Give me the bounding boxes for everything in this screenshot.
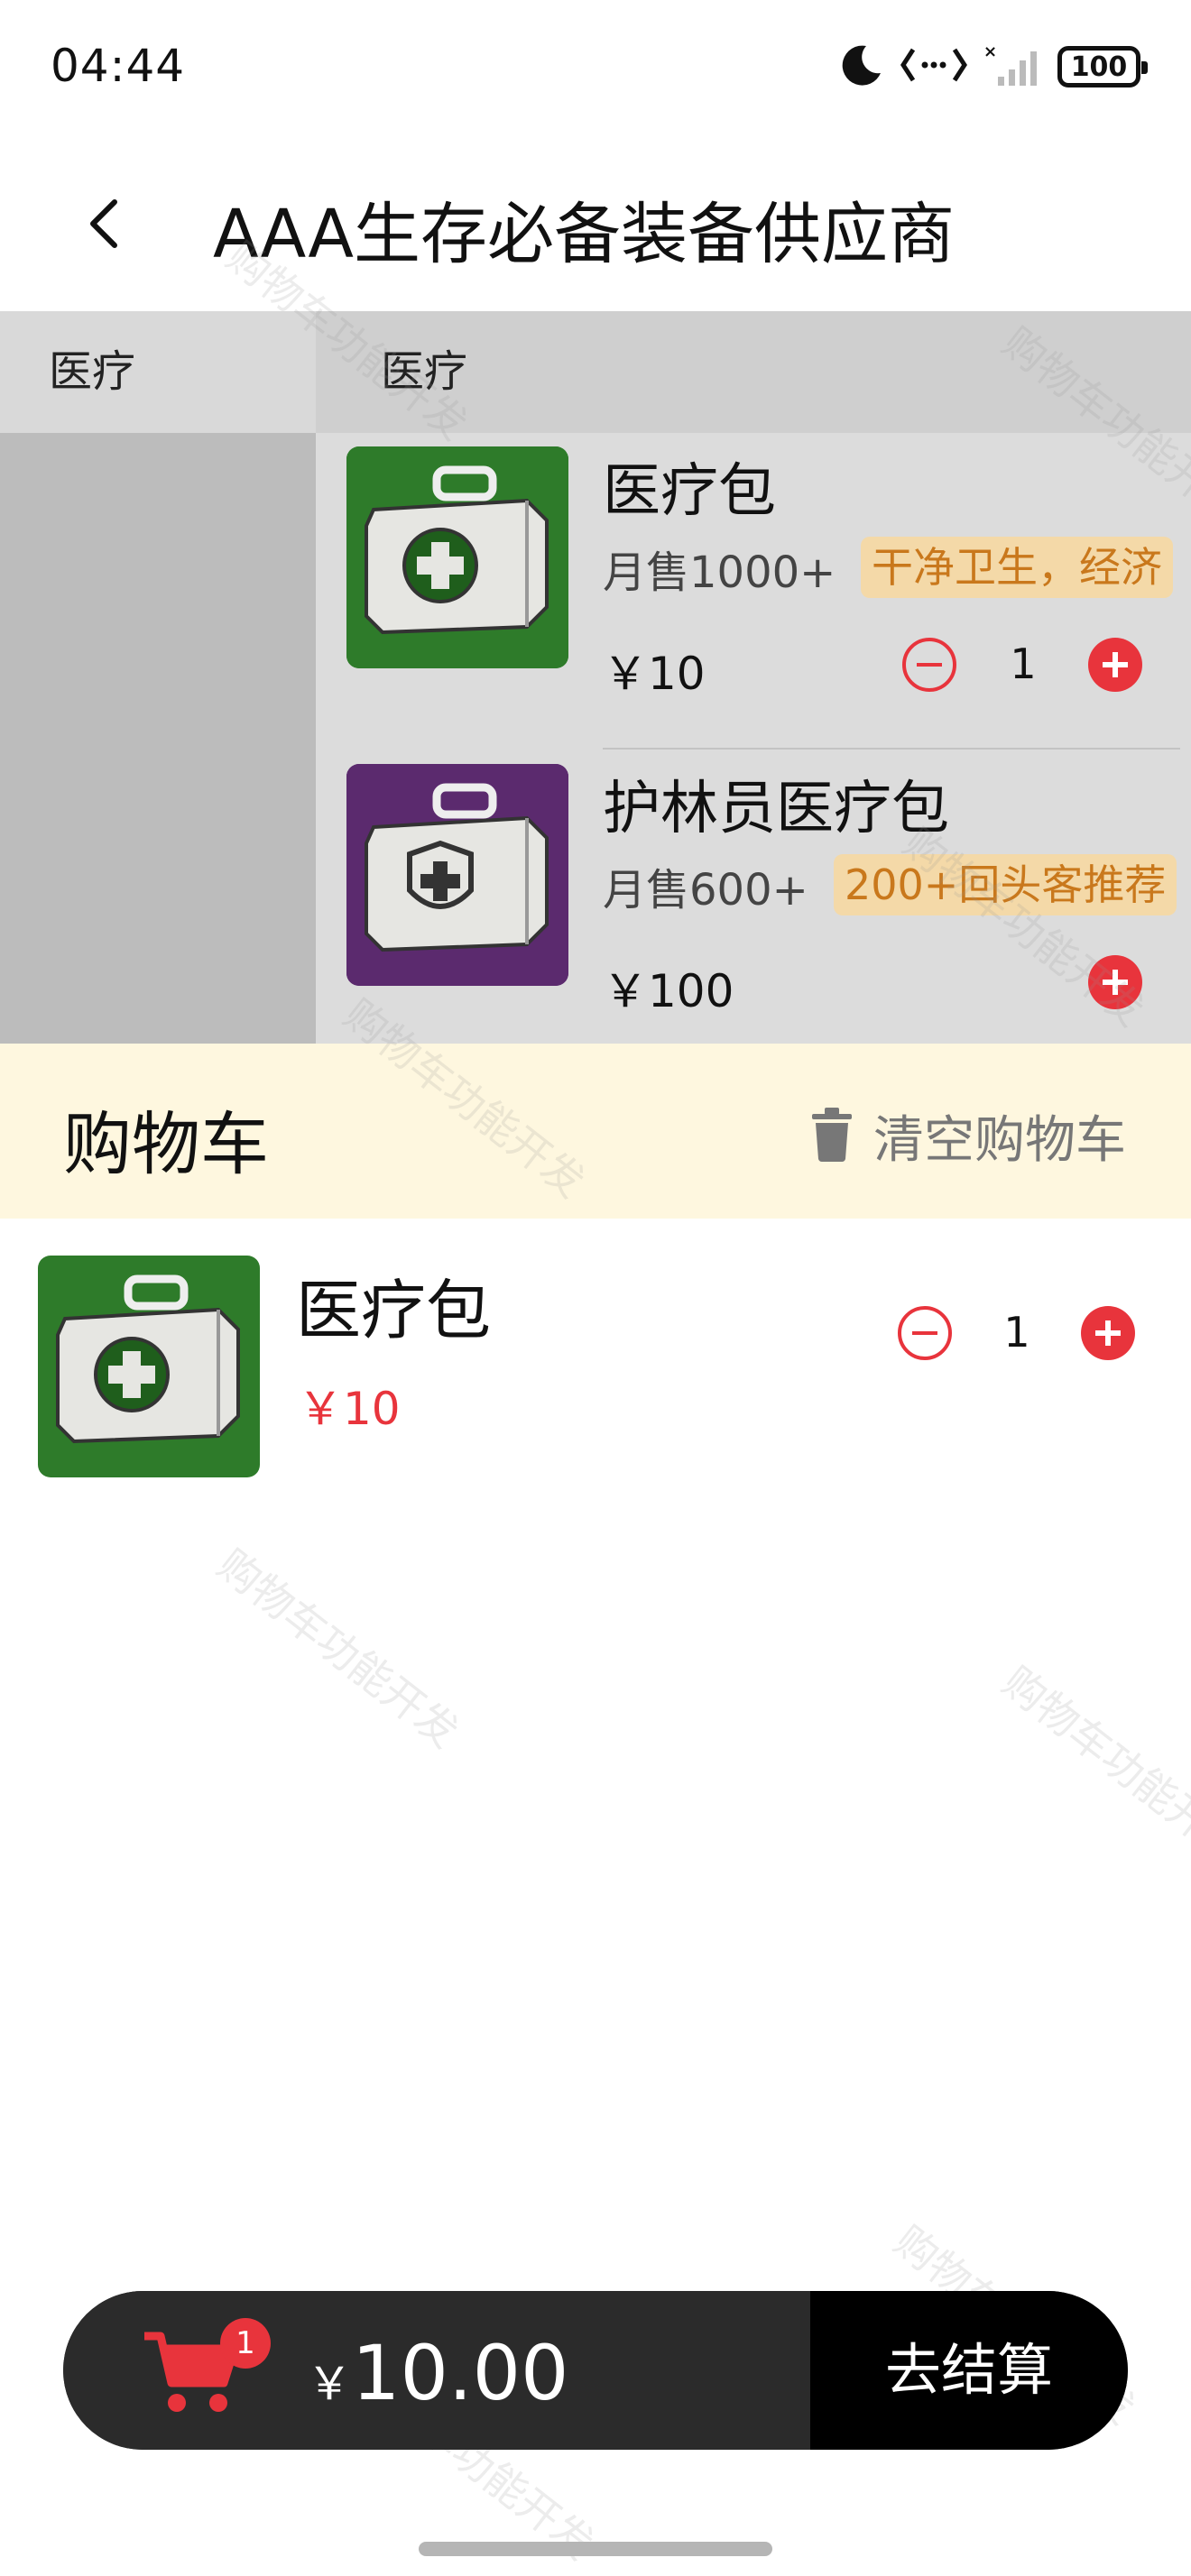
data-transfer-icon bbox=[900, 44, 967, 89]
cart-item-name: 医疗包 bbox=[296, 1273, 492, 1348]
product-name: 护林员医疗包 bbox=[603, 776, 949, 842]
plus-circle-icon bbox=[1081, 1306, 1135, 1360]
product-image bbox=[346, 764, 568, 986]
page-title: AAA生存必备装备供应商 bbox=[213, 196, 955, 273]
minus-circle-icon bbox=[902, 638, 956, 692]
chevron-left-icon bbox=[84, 197, 124, 254]
product-name: 医疗包 bbox=[603, 458, 776, 525]
page: 04:44 × 100 AAA生存必备装备供应商 医疗 医疗 医疗包 月售100… bbox=[0, 0, 1191, 2576]
minus-circle-icon bbox=[898, 1306, 952, 1360]
increase-quantity-button[interactable] bbox=[1086, 636, 1144, 694]
plus-circle-icon bbox=[1088, 955, 1142, 1009]
quantity-value: 1 bbox=[1010, 639, 1037, 688]
product-price: ￥10 bbox=[603, 648, 706, 700]
product-card[interactable]: 医疗包 月售1000+ 干净卫生，经济 ￥10 1 bbox=[316, 446, 1191, 764]
cart-title: 购物车 bbox=[63, 1104, 269, 1184]
menu-area: 医疗 医疗 医疗包 月售1000+ 干净卫生，经济 ￥10 1 护林员医疗包 月… bbox=[0, 311, 1191, 1044]
signal-icon: × bbox=[983, 42, 1041, 91]
section-header: 医疗 bbox=[316, 311, 1191, 433]
product-tag: 200+回头客推荐 bbox=[834, 854, 1177, 915]
product-card[interactable]: 护林员医疗包 月售600+ 200+回头客推荐 ￥100 bbox=[316, 764, 1191, 1044]
cart-summary[interactable]: 1 ￥10.00 bbox=[63, 2291, 810, 2450]
status-bar: 04:44 × 100 bbox=[0, 0, 1191, 135]
quantity-value: 1 bbox=[1003, 1308, 1030, 1357]
header: AAA生存必备装备供应商 bbox=[0, 135, 1191, 311]
decrease-quantity-button[interactable] bbox=[896, 1304, 954, 1362]
status-icons: × 100 bbox=[839, 40, 1148, 94]
cart-item: 医疗包 ￥10 1 bbox=[0, 1256, 1191, 1481]
product-price: ￥100 bbox=[603, 965, 734, 1017]
trash-icon bbox=[810, 1107, 854, 1166]
total-amount: 10.00 bbox=[352, 2329, 569, 2417]
back-button[interactable] bbox=[63, 185, 144, 266]
clear-cart-label: 清空购物车 bbox=[873, 1111, 1126, 1170]
increase-quantity-button[interactable] bbox=[1079, 1304, 1137, 1362]
cart-count-badge: 1 bbox=[220, 2318, 271, 2369]
product-sales: 月售1000+ bbox=[603, 547, 836, 598]
medkit-icon bbox=[38, 1256, 260, 1477]
category-sidebar: 医疗 bbox=[0, 311, 316, 1044]
checkout-button[interactable]: 去结算 bbox=[810, 2291, 1128, 2450]
cart-item-image bbox=[38, 1256, 260, 1477]
category-item-medical[interactable]: 医疗 bbox=[0, 311, 316, 433]
total-price: ￥10.00 bbox=[307, 2329, 568, 2417]
cart-item-price: ￥10 bbox=[298, 1383, 401, 1435]
battery-icon: 100 bbox=[1057, 46, 1148, 87]
ranger-medkit-icon bbox=[346, 764, 568, 986]
medkit-icon bbox=[346, 446, 568, 668]
moon-icon bbox=[839, 42, 884, 91]
home-indicator[interactable] bbox=[419, 2542, 772, 2556]
status-time: 04:44 bbox=[51, 40, 186, 92]
currency-symbol: ￥ bbox=[307, 2358, 352, 2410]
product-image bbox=[346, 446, 568, 668]
product-tag: 干净卫生，经济 bbox=[861, 537, 1173, 598]
cart-header: 购物车 清空购物车 bbox=[0, 1044, 1191, 1219]
svg-text:×: × bbox=[983, 42, 997, 61]
decrease-quantity-button[interactable] bbox=[900, 636, 958, 694]
clear-cart-button[interactable]: 清空购物车 bbox=[810, 1099, 1126, 1173]
plus-circle-icon bbox=[1088, 638, 1142, 692]
checkout-bar: 1 ￥10.00 去结算 bbox=[63, 2291, 1128, 2450]
product-sales: 月售600+ bbox=[603, 865, 808, 915]
add-to-cart-button[interactable] bbox=[1086, 953, 1144, 1011]
divider bbox=[603, 748, 1180, 750]
